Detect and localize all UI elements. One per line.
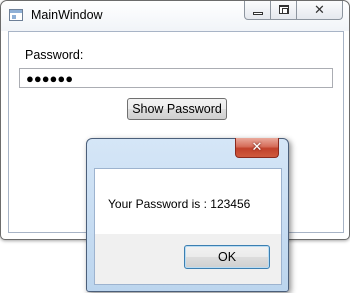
window-title: MainWindow xyxy=(31,8,103,22)
close-icon: ✕ xyxy=(251,139,263,154)
password-masked-value: ●●●●●● xyxy=(26,71,74,86)
maximize-button[interactable] xyxy=(271,1,297,20)
app-window-icon xyxy=(9,9,23,21)
dialog-close-button[interactable]: ✕ xyxy=(235,138,279,158)
dialog-content: Your Password is : 123456 OK xyxy=(94,168,282,285)
dialog-message-text: Your Password is : 123456 xyxy=(108,197,251,211)
title-bar[interactable]: MainWindow ✕ xyxy=(1,1,349,31)
dialog-button-area: OK xyxy=(95,234,281,284)
caption-buttons: ✕ xyxy=(244,1,343,20)
close-icon: ✕ xyxy=(314,2,325,17)
minimize-icon xyxy=(253,12,263,15)
minimize-button[interactable] xyxy=(244,1,271,20)
password-input[interactable]: ●●●●●● xyxy=(19,68,333,88)
ok-button[interactable]: OK xyxy=(184,245,270,269)
close-button[interactable]: ✕ xyxy=(297,1,343,20)
show-password-button[interactable]: Show Password xyxy=(127,98,227,120)
message-box-dialog: ✕ Your Password is : 123456 OK xyxy=(86,138,289,292)
maximize-icon xyxy=(279,5,289,14)
password-label: Password: xyxy=(25,48,84,62)
